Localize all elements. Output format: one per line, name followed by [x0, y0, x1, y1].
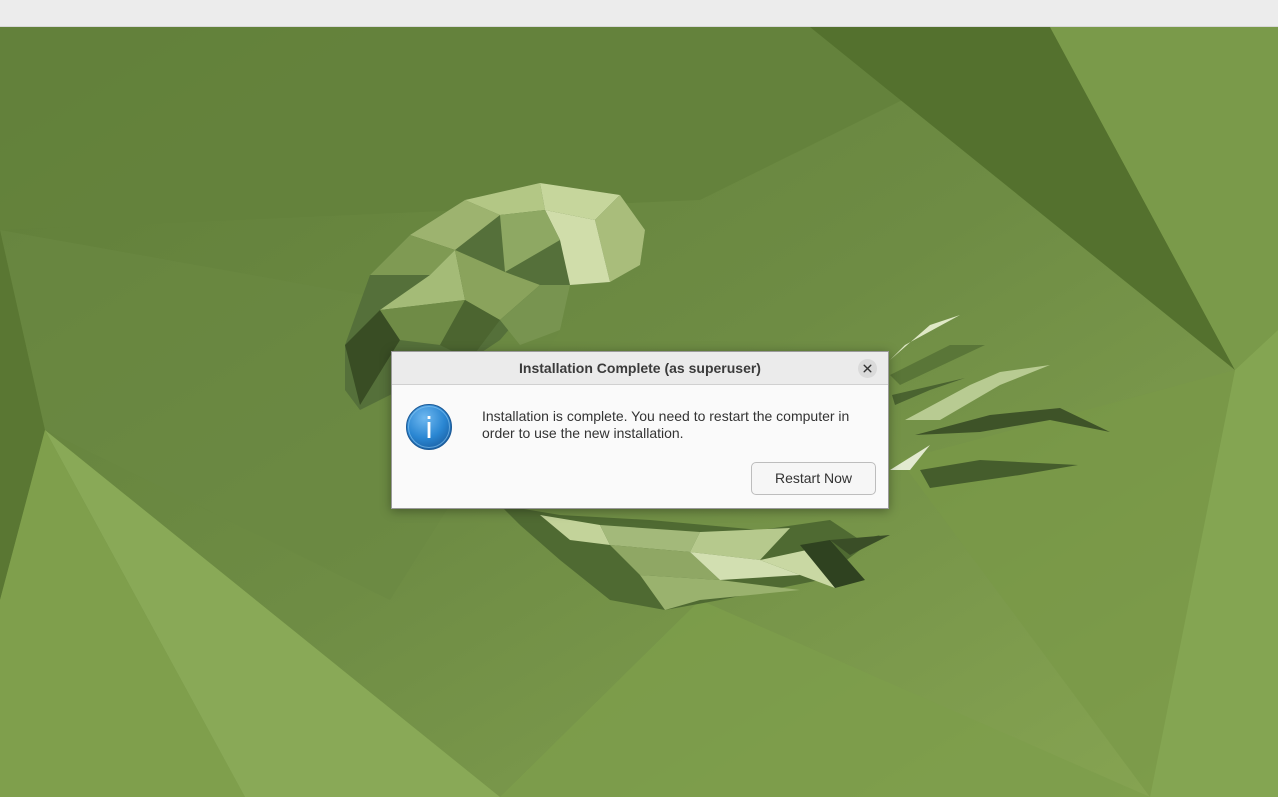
restart-now-button[interactable]: Restart Now: [751, 462, 876, 495]
info-icon: [406, 404, 452, 450]
installation-complete-dialog: Installation Complete (as superuser) Ins…: [391, 351, 889, 509]
top-bar: [0, 0, 1278, 27]
close-icon: [863, 364, 872, 373]
dialog-titlebar: Installation Complete (as superuser): [392, 352, 888, 385]
close-button[interactable]: [858, 359, 877, 378]
desktop-screen: Installation Complete (as superuser) Ins…: [0, 0, 1278, 797]
dialog-title: Installation Complete (as superuser): [519, 360, 761, 376]
dialog-message: Installation is complete. You need to re…: [482, 408, 850, 441]
